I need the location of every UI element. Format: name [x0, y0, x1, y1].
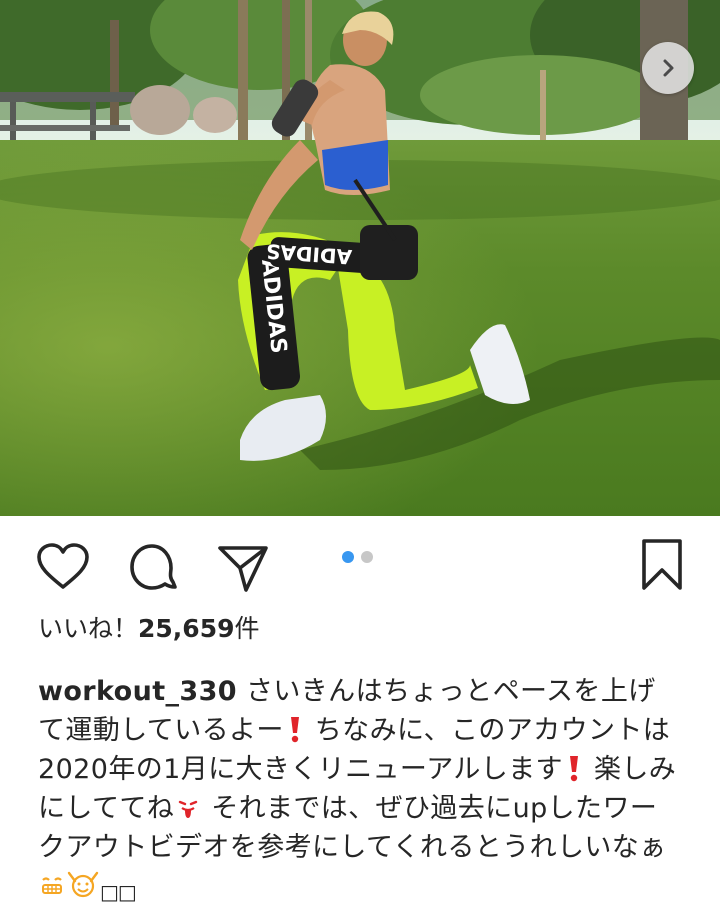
- likes-label: いいね！: [38, 614, 139, 643]
- exclamation-mark-icon: [569, 756, 578, 782]
- post-action-bar: [0, 516, 720, 612]
- bookmark-icon[interactable]: [640, 538, 684, 592]
- post-caption: workout_330 さいきんはちょっとペースを上げて運動しているよー ちなみ…: [38, 672, 678, 909]
- caption-username[interactable]: workout_330: [38, 676, 237, 707]
- grinning-face-icon: [42, 877, 62, 894]
- carousel-indicator: [342, 551, 373, 563]
- missing-glyph-icon: □□: [100, 880, 137, 904]
- exclamation-mark-icon: [290, 717, 299, 743]
- heart-icon[interactable]: [36, 542, 90, 592]
- post-image: ADIDAS ADIDAS: [0, 0, 720, 516]
- likes-count[interactable]: いいね！25,659件: [38, 613, 260, 645]
- chevron-right-icon: [663, 59, 674, 77]
- raising-hands-face-icon: [67, 871, 99, 898]
- next-photo-button[interactable]: [642, 42, 694, 94]
- send-icon[interactable]: [216, 542, 270, 594]
- post-photo[interactable]: ADIDAS ADIDAS: [0, 0, 720, 516]
- tongue-out-face-icon: [179, 800, 198, 818]
- carousel-dot-active: [342, 551, 354, 563]
- comment-icon[interactable]: [127, 542, 179, 594]
- likes-suffix: 件: [234, 614, 260, 643]
- likes-number: 25,659: [138, 614, 235, 643]
- carousel-dot: [361, 551, 373, 563]
